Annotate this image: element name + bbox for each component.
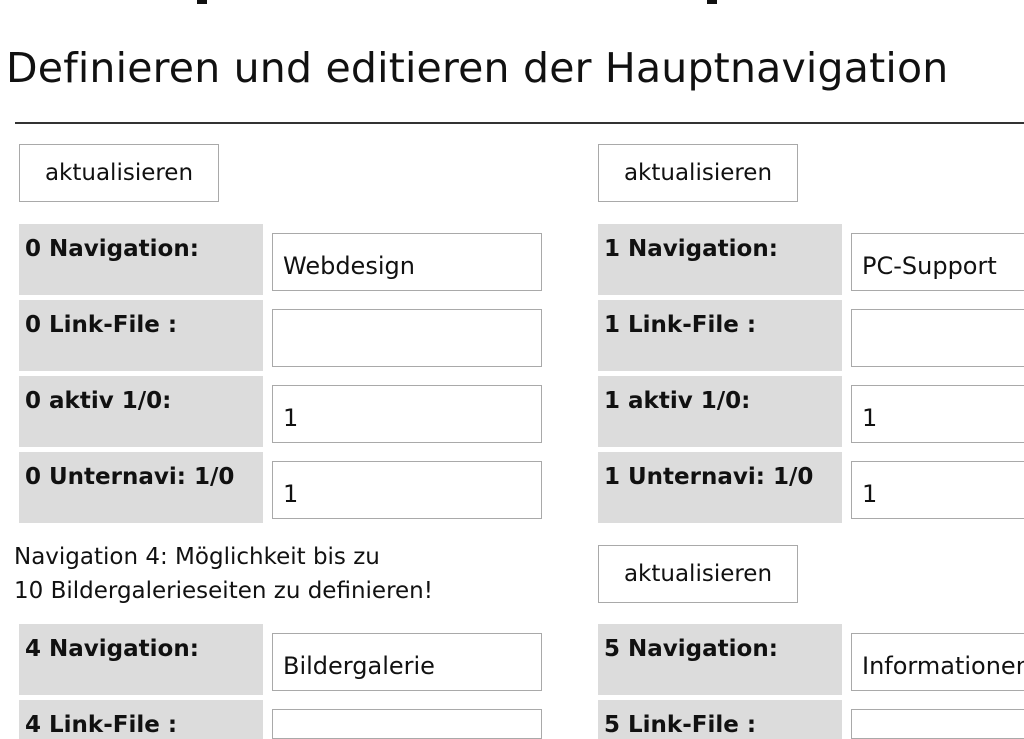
- unternavi-0-label: 0 Unternavi: 1/0: [19, 452, 263, 523]
- unternavi-1-label: 1 Unternavi: 1/0: [598, 452, 842, 523]
- update-button-nav-0[interactable]: aktualisieren: [19, 144, 219, 202]
- link-file-4-input[interactable]: [272, 709, 542, 739]
- update-button-nav-1[interactable]: aktualisieren: [598, 144, 798, 202]
- gallery-note: Navigation 4: Möglichkeit bis zu 10 Bild…: [14, 540, 484, 608]
- nav-1-input[interactable]: [851, 233, 1024, 291]
- nav-5-input[interactable]: [851, 633, 1024, 691]
- gallery-note-line-1: Navigation 4: Möglichkeit bis zu: [14, 544, 380, 570]
- link-file-0-input[interactable]: [272, 309, 542, 367]
- nav-1-label: 1 Navigation:: [598, 224, 842, 295]
- link-file-5-label: 5 Link-File :: [598, 700, 842, 739]
- unternavi-0-input[interactable]: [272, 461, 542, 519]
- link-file-5-input[interactable]: [851, 709, 1024, 739]
- page: Definieren und editieren der Hauptnaviga…: [0, 0, 1024, 739]
- link-file-0-label: 0 Link-File :: [19, 300, 263, 371]
- nav-0-label: 0 Navigation:: [19, 224, 263, 295]
- link-file-1-input[interactable]: [851, 309, 1024, 367]
- gallery-note-line-2: 10 Bildergalerieseiten zu definieren!: [14, 578, 433, 604]
- nav-4-label: 4 Navigation:: [19, 624, 263, 695]
- nav-5-label: 5 Navigation:: [598, 624, 842, 695]
- update-button-nav-5[interactable]: aktualisieren: [598, 545, 798, 603]
- title-divider: [15, 122, 1024, 124]
- nav-4-input[interactable]: [272, 633, 542, 691]
- cut-off-heading-fragments: [0, 0, 1024, 10]
- page-title: Definieren und editieren der Hauptnaviga…: [6, 44, 949, 92]
- unternavi-1-input[interactable]: [851, 461, 1024, 519]
- link-file-1-label: 1 Link-File :: [598, 300, 842, 371]
- aktiv-1-label: 1 aktiv 1/0:: [598, 376, 842, 447]
- nav-0-input[interactable]: [272, 233, 542, 291]
- link-file-4-label: 4 Link-File :: [19, 700, 263, 739]
- aktiv-0-label: 0 aktiv 1/0:: [19, 376, 263, 447]
- aktiv-0-input[interactable]: [272, 385, 542, 443]
- aktiv-1-input[interactable]: [851, 385, 1024, 443]
